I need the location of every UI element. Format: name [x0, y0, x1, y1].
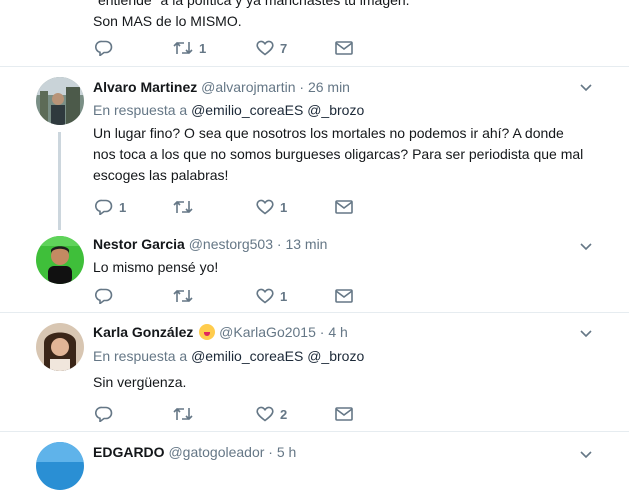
direct-message-button[interactable]	[335, 286, 353, 306]
retweet-icon	[173, 289, 193, 303]
envelope-icon	[335, 407, 353, 421]
avatar[interactable]	[36, 236, 84, 284]
tweet-3[interactable]: Karla González @KarlaGo2015 · 4 h En res…	[0, 313, 629, 432]
heart-icon	[256, 40, 274, 56]
tweet-text-line: Son MAS de lo MISMO.	[93, 13, 242, 29]
reply-icon	[95, 288, 113, 304]
retweet-icon	[173, 41, 193, 55]
display-name[interactable]: Karla González	[93, 324, 193, 340]
username[interactable]: @alvarojmartin	[201, 79, 295, 95]
tweet-text: Lo mismo pensé yo!	[93, 259, 219, 275]
reply-button[interactable]: 1	[95, 197, 126, 217]
retweet-icon	[173, 200, 193, 214]
like-button[interactable]: 1	[256, 286, 287, 306]
reply-icon	[95, 406, 113, 422]
retweet-button[interactable]	[173, 197, 199, 217]
reply-count: 1	[119, 199, 127, 215]
reply-button[interactable]	[95, 286, 119, 306]
direct-message-button[interactable]	[335, 38, 353, 58]
like-button[interactable]: 7	[256, 38, 287, 58]
reply-context: En respuesta a @emilio_coreaES @_brozo	[93, 100, 589, 120]
username[interactable]: @nestorg503	[189, 236, 273, 252]
heart-icon	[256, 288, 274, 304]
reply-prefix: En respuesta a	[93, 348, 188, 364]
tweet-0[interactable]: "entiende" a la política y ya manchastes…	[0, 0, 629, 67]
retweet-count: 1	[199, 40, 207, 56]
tweet-4[interactable]: EDGARDO @gatogoleador · 5 h	[0, 432, 629, 490]
reply-button[interactable]	[95, 404, 119, 424]
reply-mentions[interactable]: @emilio_coreaES @_brozo	[191, 102, 364, 118]
like-button[interactable]: 2	[256, 404, 287, 424]
tweet-text-line: "entiende" a la política y ya manchastes…	[93, 0, 410, 8]
like-count: 7	[280, 40, 288, 56]
avatar[interactable]	[36, 323, 84, 371]
display-name[interactable]: Alvaro Martinez	[93, 79, 197, 95]
like-button[interactable]: 1	[256, 197, 287, 217]
like-count: 1	[280, 288, 288, 304]
reply-button[interactable]	[95, 38, 119, 58]
heart-icon	[256, 406, 274, 422]
avatar[interactable]	[36, 77, 84, 125]
retweet-button[interactable]: 1	[173, 38, 206, 58]
chevron-down-icon[interactable]	[579, 326, 593, 338]
tweet-text: Sin vergüenza.	[93, 374, 187, 390]
heart-icon	[256, 199, 274, 215]
tweet-2[interactable]: Nestor Garcia @nestorg503 · 13 min Lo mi…	[0, 230, 629, 313]
timestamp[interactable]: · 5 h	[268, 444, 296, 460]
chevron-down-icon[interactable]	[579, 80, 593, 92]
direct-message-button[interactable]	[335, 197, 353, 217]
direct-message-button[interactable]	[335, 404, 353, 424]
chevron-down-icon[interactable]	[579, 447, 593, 459]
reply-icon	[95, 40, 113, 56]
like-count: 2	[280, 406, 288, 422]
timestamp[interactable]: · 26 min	[299, 79, 350, 95]
reply-mentions[interactable]: @emilio_coreaES @_brozo	[191, 348, 364, 364]
envelope-icon	[335, 200, 353, 214]
username[interactable]: @gatogoleador	[168, 444, 264, 460]
display-name[interactable]: Nestor Garcia	[93, 236, 185, 252]
reply-context: En respuesta a @emilio_coreaES @_brozo	[93, 346, 589, 366]
timestamp[interactable]: · 13 min	[277, 236, 328, 252]
chevron-down-icon[interactable]	[579, 239, 593, 251]
like-count: 1	[280, 199, 288, 215]
envelope-icon	[335, 289, 353, 303]
display-name[interactable]: EDGARDO	[93, 444, 165, 460]
timestamp[interactable]: · 4 h	[320, 324, 348, 340]
avatar[interactable]	[36, 442, 84, 490]
reply-prefix: En respuesta a	[93, 102, 188, 118]
tweet-text: Un lugar fino? O sea que nosotros los mo…	[93, 125, 584, 183]
retweet-button[interactable]	[173, 404, 199, 424]
retweet-button[interactable]	[173, 286, 199, 306]
envelope-icon	[335, 41, 353, 55]
tweet-1[interactable]: Alvaro Martinez @alvarojmartin · 26 min …	[0, 67, 629, 230]
reply-icon	[95, 199, 113, 215]
username[interactable]: @KarlaGo2015	[219, 324, 316, 340]
winking-face-tongue-icon	[199, 324, 216, 340]
retweet-icon	[173, 407, 193, 421]
